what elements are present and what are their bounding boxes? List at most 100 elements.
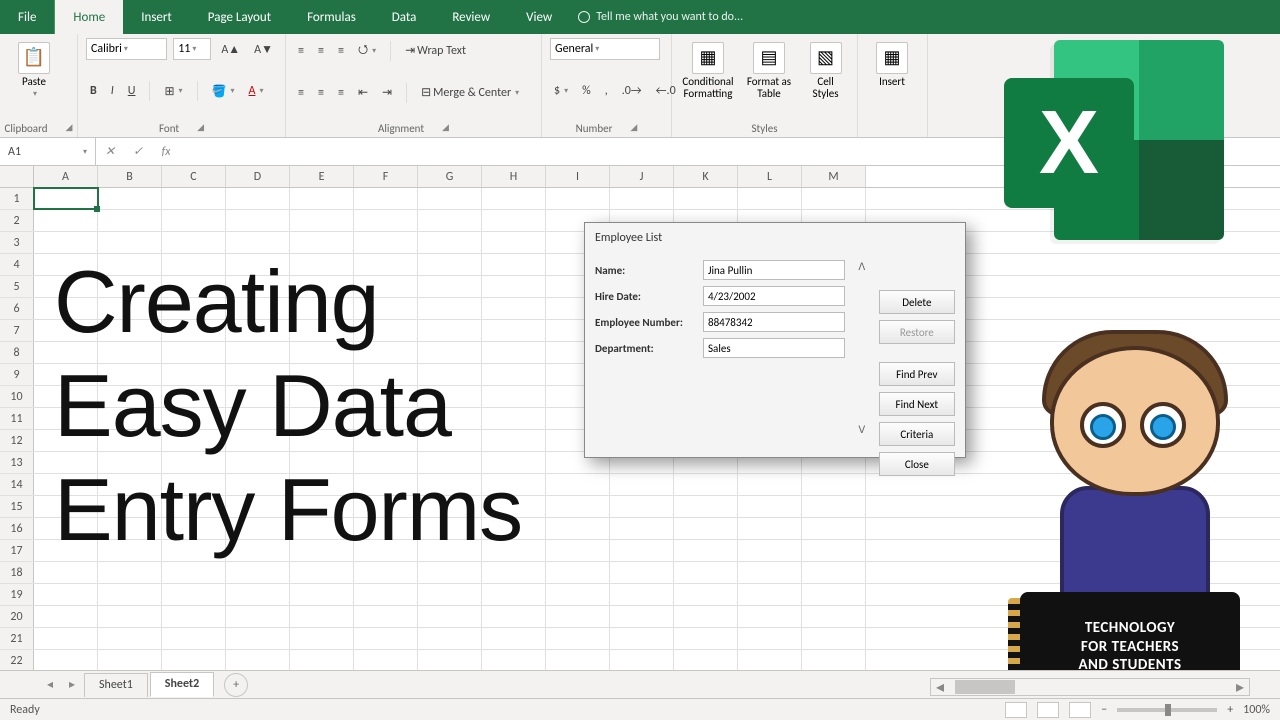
cell[interactable] xyxy=(482,188,546,209)
cell[interactable] xyxy=(674,650,738,671)
cell[interactable] xyxy=(546,584,610,605)
find-next-button[interactable]: Find Next xyxy=(879,392,955,416)
cell[interactable] xyxy=(674,540,738,561)
cell[interactable] xyxy=(546,518,610,539)
zoom-in-button[interactable]: + xyxy=(1227,703,1233,717)
cell[interactable] xyxy=(802,540,866,561)
criteria-button[interactable]: Criteria xyxy=(879,422,955,446)
align-bottom-button[interactable]: ≡ xyxy=(334,42,348,60)
cell[interactable] xyxy=(546,628,610,649)
restore-button[interactable]: Restore xyxy=(879,320,955,344)
format-as-table-button[interactable]: ▤Format as Table xyxy=(742,38,796,108)
cell-styles-button[interactable]: ▧Cell Styles xyxy=(802,38,849,108)
underline-button[interactable]: U xyxy=(124,82,140,100)
cell[interactable] xyxy=(162,606,226,627)
col-header[interactable]: J xyxy=(610,166,674,187)
cell[interactable] xyxy=(674,496,738,517)
cell[interactable] xyxy=(546,606,610,627)
cell[interactable] xyxy=(290,562,354,583)
cell[interactable] xyxy=(354,606,418,627)
cell[interactable] xyxy=(738,650,802,671)
cell[interactable] xyxy=(354,562,418,583)
dialog-launcher-icon[interactable]: ◢ xyxy=(197,122,204,135)
cell[interactable] xyxy=(34,628,98,649)
fill-color-button[interactable]: 🪣▾ xyxy=(208,82,239,101)
cell[interactable] xyxy=(354,628,418,649)
cell[interactable] xyxy=(34,188,98,209)
col-header[interactable]: M xyxy=(802,166,866,187)
cell[interactable] xyxy=(418,650,482,671)
cell[interactable] xyxy=(98,628,162,649)
align-left-button[interactable]: ≡ xyxy=(294,84,308,102)
cell[interactable] xyxy=(290,584,354,605)
font-name-combo[interactable]: Calibri▾ xyxy=(86,38,167,60)
tab-home[interactable]: Home xyxy=(55,0,123,34)
cell[interactable] xyxy=(98,188,162,209)
borders-button[interactable]: ⊞▾ xyxy=(160,82,186,101)
row-header[interactable]: 14 xyxy=(0,474,34,495)
cell[interactable] xyxy=(610,496,674,517)
row-header[interactable]: 21 xyxy=(0,628,34,649)
paste-button[interactable]: 📋 Paste ▾ xyxy=(8,38,60,108)
row-header[interactable]: 2 xyxy=(0,210,34,231)
employee-number-field[interactable] xyxy=(703,312,845,332)
cell[interactable] xyxy=(226,606,290,627)
cell[interactable] xyxy=(226,188,290,209)
cell[interactable] xyxy=(290,628,354,649)
cell[interactable] xyxy=(290,188,354,209)
cell[interactable] xyxy=(226,628,290,649)
hire-date-field[interactable] xyxy=(703,286,845,306)
col-header[interactable]: I xyxy=(546,166,610,187)
cell[interactable] xyxy=(34,210,98,231)
find-prev-button[interactable]: Find Prev xyxy=(879,362,955,386)
fx-icon[interactable]: fx xyxy=(152,145,180,159)
cell[interactable] xyxy=(482,606,546,627)
cell[interactable] xyxy=(546,496,610,517)
row-header[interactable]: 3 xyxy=(0,232,34,253)
cell[interactable] xyxy=(354,584,418,605)
cell[interactable] xyxy=(802,518,866,539)
cell[interactable] xyxy=(546,562,610,583)
dialog-launcher-icon[interactable]: ◢ xyxy=(66,122,73,135)
cell[interactable] xyxy=(34,584,98,605)
cell[interactable] xyxy=(226,562,290,583)
row-header[interactable]: 15 xyxy=(0,496,34,517)
horizontal-scrollbar[interactable]: ◂▸ xyxy=(930,678,1250,696)
col-header[interactable]: F xyxy=(354,166,418,187)
cell[interactable] xyxy=(418,210,482,231)
font-size-combo[interactable]: 11▾ xyxy=(173,38,211,60)
cell[interactable] xyxy=(674,584,738,605)
col-header[interactable]: K xyxy=(674,166,738,187)
comma-button[interactable]: , xyxy=(601,82,612,100)
cell[interactable] xyxy=(226,210,290,231)
cell[interactable] xyxy=(354,188,418,209)
cell[interactable] xyxy=(738,518,802,539)
cell[interactable] xyxy=(226,650,290,671)
tab-review[interactable]: Review xyxy=(434,0,508,34)
cell[interactable] xyxy=(418,188,482,209)
row-header[interactable]: 16 xyxy=(0,518,34,539)
decrease-indent-button[interactable]: ⇤ xyxy=(354,83,372,102)
cell[interactable] xyxy=(802,584,866,605)
cell[interactable] xyxy=(162,650,226,671)
tab-view[interactable]: View xyxy=(508,0,570,34)
normal-view-button[interactable] xyxy=(1005,702,1027,718)
row-header[interactable]: 4 xyxy=(0,254,34,275)
page-break-view-button[interactable] xyxy=(1069,702,1091,718)
zoom-level[interactable]: 100% xyxy=(1243,703,1270,717)
cell[interactable] xyxy=(162,628,226,649)
col-header[interactable]: B xyxy=(98,166,162,187)
row-header[interactable]: 19 xyxy=(0,584,34,605)
align-middle-button[interactable]: ≡ xyxy=(314,42,328,60)
cell[interactable] xyxy=(738,540,802,561)
cell[interactable] xyxy=(482,650,546,671)
cell[interactable] xyxy=(610,606,674,627)
cell[interactable] xyxy=(738,584,802,605)
cell[interactable] xyxy=(482,210,546,231)
page-layout-view-button[interactable] xyxy=(1037,702,1059,718)
decrease-font-button[interactable]: A▼ xyxy=(250,40,277,59)
sheet-tab[interactable]: Sheet1 xyxy=(84,673,148,697)
insert-cells-button[interactable]: ▦Insert xyxy=(866,38,918,108)
cell[interactable] xyxy=(34,606,98,627)
cell[interactable] xyxy=(674,606,738,627)
